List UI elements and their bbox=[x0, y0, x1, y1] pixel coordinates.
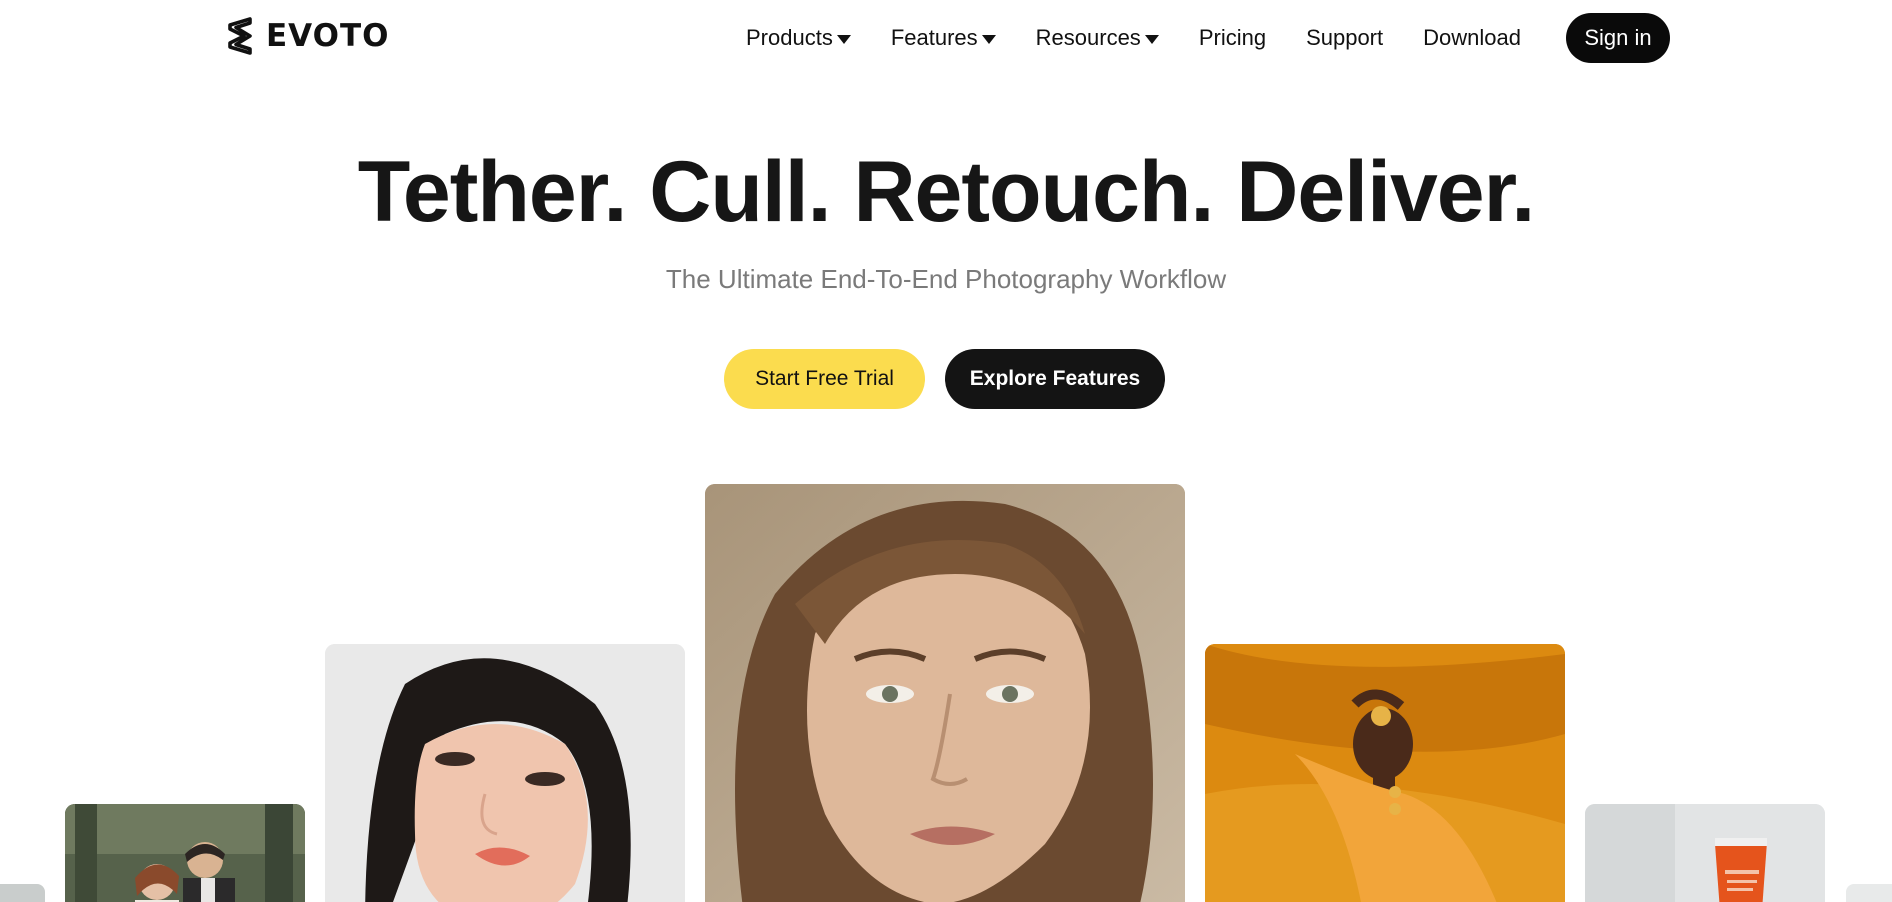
caret-down-icon bbox=[836, 34, 851, 44]
nav-label: Support bbox=[1306, 25, 1384, 50]
nav-label: Download bbox=[1423, 25, 1521, 50]
nav-label: Pricing bbox=[1198, 25, 1267, 50]
nav-label: Resources bbox=[1035, 25, 1141, 50]
nav-item-download[interactable]: Download bbox=[1423, 25, 1521, 51]
main-nav: Products Features Resources Pricing Supp… bbox=[746, 13, 1561, 63]
hero-subtitle: The Ultimate End-To-End Photography Work… bbox=[665, 264, 1227, 294]
nav-item-support[interactable]: Support bbox=[1306, 25, 1383, 51]
nav-label: Products bbox=[746, 25, 833, 50]
gallery-edge-card-left bbox=[0, 884, 45, 902]
nav-item-pricing[interactable]: Pricing bbox=[1199, 25, 1266, 51]
caret-down-icon bbox=[981, 34, 996, 44]
gallery-edge-card-right bbox=[1846, 884, 1892, 902]
start-free-trial-button[interactable]: Start Free Trial bbox=[724, 349, 925, 409]
woman-closeup-portrait-image bbox=[705, 484, 1185, 902]
brand-name: EVOTO bbox=[266, 18, 390, 54]
gallery-card-portrait-right bbox=[1205, 644, 1565, 902]
nav-label: Features bbox=[890, 25, 978, 50]
top-navigation-bar: EVOTO Products Features Resources Pricin… bbox=[0, 0, 1892, 76]
gallery-card-featured-portrait bbox=[705, 484, 1185, 902]
nav-item-features[interactable]: Features bbox=[891, 25, 996, 51]
asian-woman-portrait-image bbox=[325, 644, 685, 902]
couple-photo-image bbox=[65, 804, 305, 902]
caret-down-icon bbox=[1144, 34, 1159, 44]
woman-orange-fabric-portrait-image bbox=[1205, 644, 1565, 902]
sign-in-button[interactable]: Sign in bbox=[1566, 13, 1670, 63]
explore-features-button[interactable]: Explore Features bbox=[945, 349, 1165, 409]
skincare-product-image bbox=[1585, 804, 1825, 902]
brand-logo[interactable]: EVOTO bbox=[226, 16, 389, 56]
gallery-card-couple bbox=[65, 804, 305, 902]
evoto-logo-icon bbox=[228, 17, 252, 55]
nav-item-products[interactable]: Products bbox=[746, 25, 851, 51]
hero-title: Tether. Cull. Retouch. Deliver. bbox=[357, 144, 1536, 240]
nav-item-resources[interactable]: Resources bbox=[1036, 25, 1159, 51]
gallery-card-portrait-left bbox=[325, 644, 685, 902]
gallery-card-product bbox=[1585, 804, 1825, 902]
